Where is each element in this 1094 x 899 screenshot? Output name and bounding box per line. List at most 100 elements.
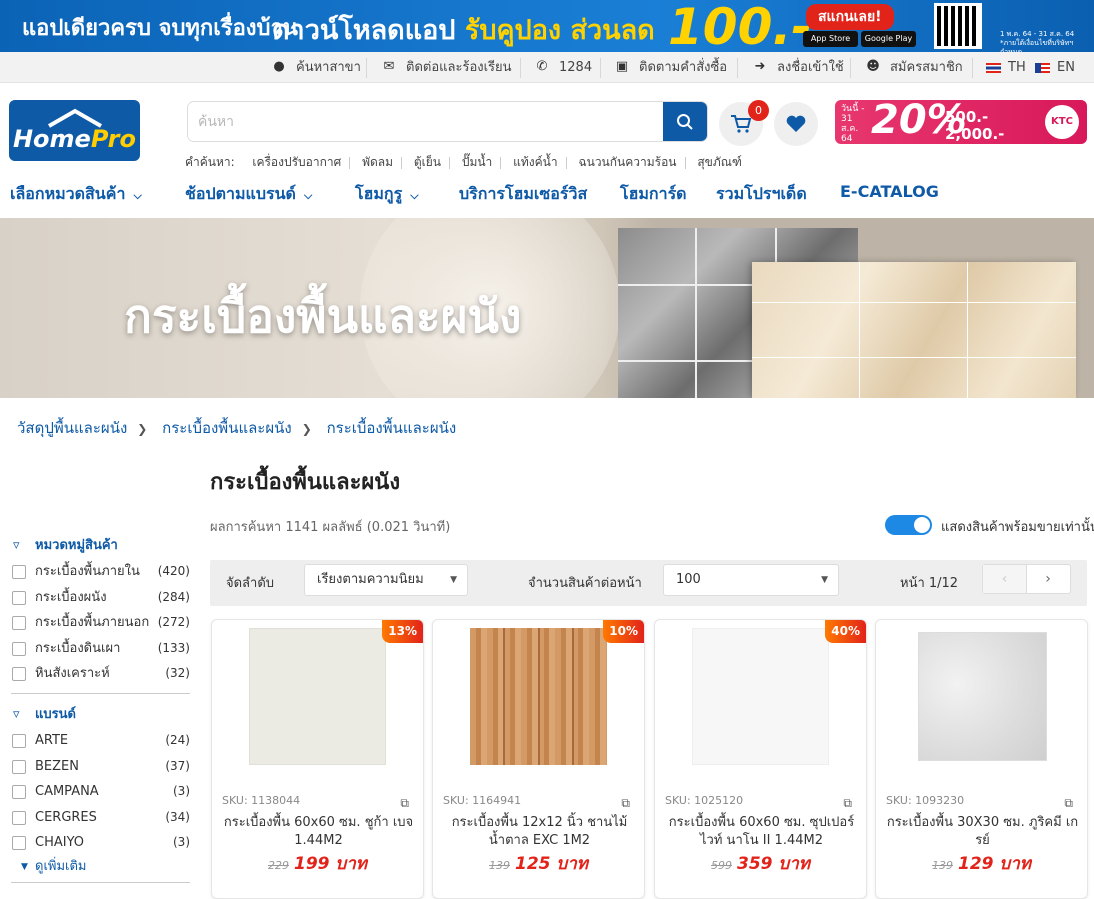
- chevron-down-icon: ⌵: [410, 189, 419, 202]
- product-image[interactable]: [470, 628, 607, 765]
- checkbox[interactable]: [12, 667, 26, 682]
- homepro-logo[interactable]: HomePro: [9, 100, 140, 161]
- popular-searches: คำค้นหา: เครื่องปรับอากาศ พัดลม ตู้เย็น …: [185, 153, 742, 172]
- cart-icon: [731, 115, 752, 133]
- register-link[interactable]: ☻ สมัครสมาชิก: [866, 52, 962, 83]
- track-order-link[interactable]: ▣ ติดตามคำสั่งซื้อ: [615, 52, 727, 83]
- filter-option[interactable]: กระเบื้องดินเผา (133): [11, 636, 190, 662]
- us-flag-icon: [1035, 63, 1050, 73]
- main-nav: เลือกหมวดสินค้า ⌵ ช้อปตามแบรนด์ ⌵ โฮมกูรู ⌵…: [0, 178, 1094, 208]
- nav-homeguru[interactable]: โฮมกูรู ⌵: [355, 182, 419, 207]
- per-page-select[interactable]: 100 ▼: [663, 564, 839, 596]
- heart-icon: [786, 115, 806, 132]
- product-card[interactable]: SKU: 1093230 ⧉ กระเบื้องพื้น 30X30 ซม. ภ…: [875, 619, 1088, 899]
- breadcrumb-item[interactable]: วัสดุปูพื้นและผนัง: [17, 419, 127, 437]
- breadcrumb-item[interactable]: กระเบื้องพื้นและผนัง: [327, 419, 457, 437]
- popular-link[interactable]: ตู้เย็น: [414, 155, 441, 169]
- filter-option[interactable]: CHAIYO (3): [11, 830, 190, 856]
- product-price: 139 125 บาท: [433, 850, 644, 877]
- hotline-link[interactable]: ✆ 1284: [535, 52, 593, 83]
- nav-promotions[interactable]: รวมโปรฯเด็ด: [716, 182, 807, 207]
- product-price: 599 359 บาท: [655, 850, 866, 877]
- search-input[interactable]: [188, 102, 666, 141]
- checkbox[interactable]: [12, 785, 26, 800]
- compare-icon[interactable]: ⧉: [400, 796, 409, 811]
- nav-categories[interactable]: เลือกหมวดสินค้า ⌵: [10, 182, 142, 207]
- checkbox[interactable]: [12, 810, 26, 825]
- popular-link[interactable]: แท้งค์น้ำ: [513, 155, 557, 169]
- filter-option[interactable]: ARTE (24): [11, 728, 190, 754]
- category-filter-title[interactable]: ▿ หมวดหมู่สินค้า: [11, 535, 190, 557]
- sale-price: 359 บาท: [737, 854, 810, 874]
- sort-label: จัดลำดับ: [226, 576, 275, 591]
- filter-option[interactable]: CERGRES (34): [11, 805, 190, 831]
- filter-option[interactable]: กระเบื้องพื้นภายใน (420): [11, 559, 190, 585]
- product-image[interactable]: [249, 628, 386, 765]
- nav-homecard[interactable]: โฮมการ์ด: [620, 182, 687, 207]
- find-branch-link[interactable]: ● ค้นหาสาขา: [272, 52, 361, 83]
- lang-en[interactable]: EN: [1035, 52, 1075, 83]
- popular-link[interactable]: เครื่องปรับอากาศ: [252, 155, 341, 169]
- google-play-badge[interactable]: Google Play: [861, 31, 916, 47]
- filter-option[interactable]: กระเบื้องพื้นภายนอก (272): [11, 610, 190, 636]
- next-page-button[interactable]: ›: [1026, 565, 1070, 593]
- filter-option[interactable]: CAMPANA (3): [11, 779, 190, 805]
- product-image[interactable]: [918, 632, 1047, 761]
- popular-link[interactable]: พัดลม: [362, 155, 393, 169]
- filter-option[interactable]: กระเบื้องผนัง (284): [11, 585, 190, 611]
- popular-link[interactable]: ฉนวนกันความร้อน: [578, 155, 676, 169]
- contact-link[interactable]: ✉ ติดต่อและร้องเรียน: [382, 52, 512, 83]
- sign-in-icon: ➜: [754, 59, 766, 74]
- breadcrumb-item[interactable]: กระเบื้องพื้นและผนัง: [162, 419, 292, 437]
- filter-option[interactable]: หินสังเคราะห์ (32): [11, 661, 190, 687]
- search-button[interactable]: [663, 102, 707, 141]
- hero-title: กระเบื้องพื้นและผนัง: [124, 289, 522, 343]
- checkbox[interactable]: [12, 733, 26, 748]
- prev-page-button[interactable]: ‹: [983, 565, 1027, 593]
- product-name[interactable]: กระเบื้องพื้น 60x60 ซม. ซุปเปอร์ไวท์ นาโ…: [663, 814, 860, 850]
- checkbox[interactable]: [12, 836, 26, 851]
- brand-filter-title[interactable]: ▿ แบรนด์: [11, 704, 190, 726]
- checkbox[interactable]: [12, 616, 26, 631]
- checkbox[interactable]: [12, 641, 26, 656]
- product-name[interactable]: กระเบื้องพื้น 60x60 ซม. ชูก้า เบจ 1.44M2: [220, 814, 417, 850]
- ktc-promo-banner[interactable]: วันนี้ - 31 ส.ค. 64 20% 500.- 2,000.- KTC: [835, 100, 1087, 144]
- product-sku: SKU: 1138044: [222, 794, 301, 807]
- old-price: 139: [489, 859, 511, 872]
- checkbox[interactable]: [12, 590, 26, 605]
- product-card[interactable]: 13% SKU: 1138044 ⧉ กระเบื้องพื้น 60x60 ซ…: [211, 619, 424, 899]
- nav-e-catalog[interactable]: E-CATALOG: [840, 182, 939, 201]
- product-image[interactable]: [692, 628, 829, 765]
- sort-select[interactable]: เรียงตามความนิยม ▼: [304, 564, 468, 596]
- wishlist-button[interactable]: [774, 102, 818, 146]
- caret-down-icon: ▼: [450, 575, 457, 585]
- product-card[interactable]: 10% SKU: 1164941 ⧉ กระเบื้องพื้น 12x12 น…: [432, 619, 645, 899]
- popular-link[interactable]: สุขภัณฑ์: [697, 155, 742, 169]
- compare-icon[interactable]: ⧉: [1064, 796, 1073, 811]
- nav-home-service[interactable]: บริการโฮมเซอร์วิส: [459, 182, 587, 207]
- utility-bar: ● ค้นหาสาขา ✉ ติดต่อและร้องเรียน ✆ 1284 ▣ ติ…: [0, 52, 1094, 83]
- popular-link[interactable]: ปั๊มน้ำ: [462, 155, 492, 169]
- login-link[interactable]: ➜ ลงชื่อเข้าใช้: [753, 52, 844, 83]
- caret-down-icon: ▼: [821, 575, 828, 585]
- old-price: 139: [932, 859, 954, 872]
- search-icon: [677, 113, 693, 130]
- compare-icon[interactable]: ⧉: [621, 796, 630, 811]
- product-name[interactable]: กระเบื้องพื้น 30X30 ซม. ภูริคมี เกรย์: [884, 814, 1081, 850]
- product-sku: SKU: 1025120: [665, 794, 744, 807]
- ktc-amounts: 500.- 2,000.-: [945, 108, 1005, 143]
- top-promo-banner[interactable]: แอปเดียวครบ จบทุกเรื่องบ้าน ดาวน์โหลดแอป…: [0, 0, 1094, 52]
- see-more-link[interactable]: ▼ ดูเพิ่มเติม: [11, 856, 190, 878]
- discount-badge: 10%: [603, 620, 644, 643]
- in-stock-toggle[interactable]: [885, 515, 932, 535]
- compare-icon[interactable]: ⧉: [843, 796, 852, 811]
- checkbox[interactable]: [12, 565, 26, 579]
- app-store-badge[interactable]: App Store: [803, 31, 858, 47]
- filter-option[interactable]: BEZEN (37): [11, 754, 190, 780]
- lang-th[interactable]: TH: [986, 52, 1026, 83]
- product-name[interactable]: กระเบื้องพื้น 12x12 นิ้ว ชานไม้ น้ำตาล E…: [441, 814, 638, 850]
- product-card[interactable]: 40% SKU: 1025120 ⧉ กระเบื้องพื้น 60x60 ซ…: [654, 619, 867, 899]
- checkbox[interactable]: [12, 759, 26, 774]
- old-price: 229: [268, 859, 290, 872]
- nav-brands[interactable]: ช้อปตามแบรนด์ ⌵: [185, 182, 312, 207]
